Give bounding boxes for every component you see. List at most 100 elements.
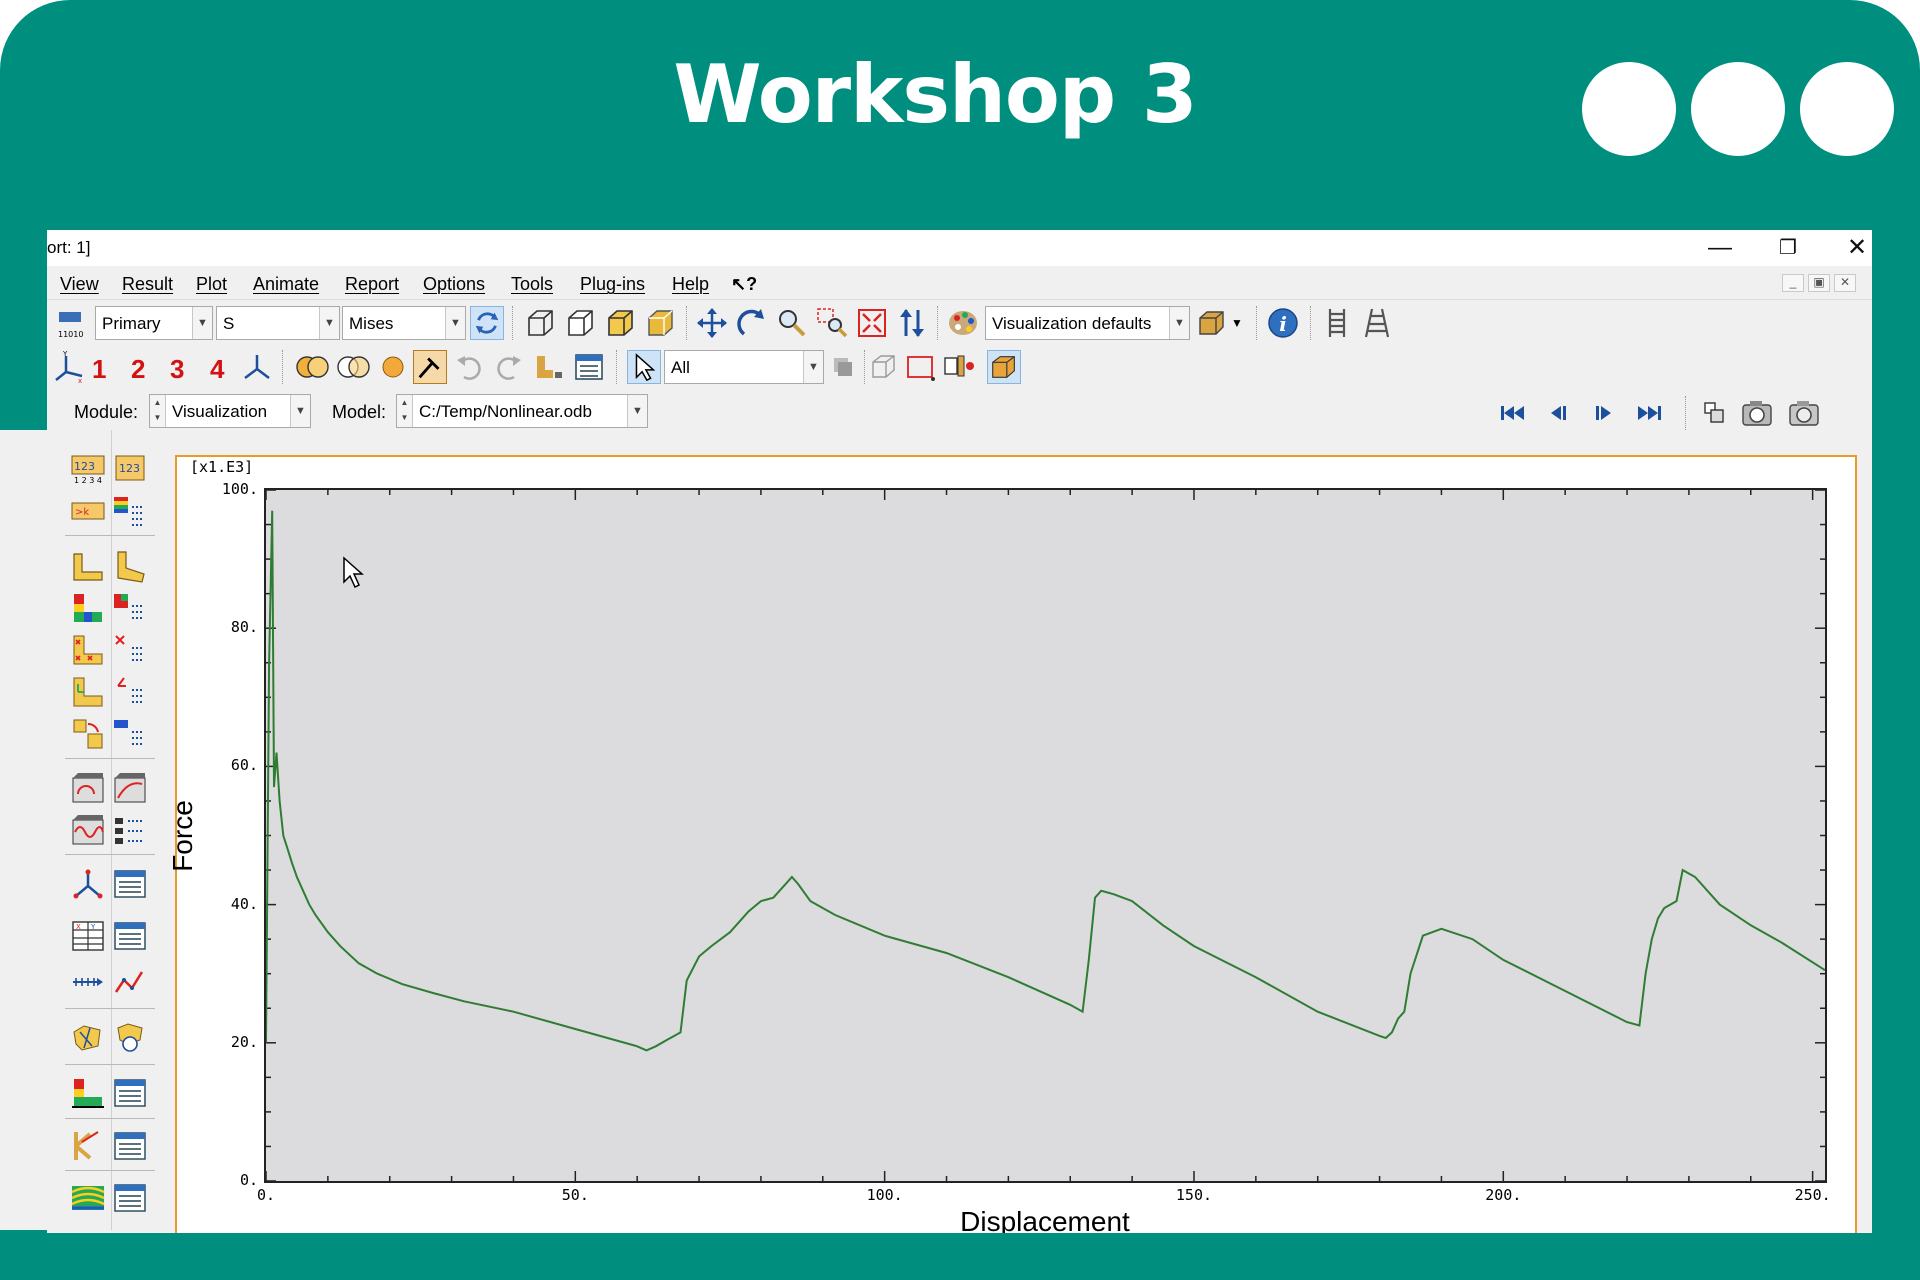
create-xy-data-icon[interactable] (70, 866, 106, 902)
auto-fit-icon[interactable] (855, 306, 889, 340)
chevron-down-icon[interactable]: ▼ (1228, 306, 1246, 340)
select-arrow-icon[interactable] (627, 350, 661, 384)
camera-icon[interactable] (1787, 396, 1821, 430)
rotate-icon[interactable] (735, 306, 769, 340)
probe-values-icon[interactable]: 123 1 2 3 4 (70, 450, 106, 486)
create-display-group-icon[interactable] (70, 1020, 106, 1056)
step-frame-icon[interactable]: 11010 (55, 306, 89, 340)
label-values-icon[interactable]: 123 (112, 450, 148, 486)
variable-select[interactable]: S ▼ (216, 306, 340, 340)
orientation-options-icon[interactable] (112, 674, 148, 710)
visualization-defaults-select[interactable]: Visualization defaults ▼ (985, 306, 1190, 340)
menu-help[interactable]: Help (672, 274, 709, 295)
shaded-cube-icon[interactable] (643, 306, 677, 340)
menu-tools[interactable]: Tools (511, 274, 553, 295)
ladder-outline-icon[interactable] (1360, 306, 1394, 340)
restore-icon[interactable]: ❐ (1760, 232, 1816, 264)
selection-option-icon[interactable] (826, 350, 860, 384)
query-table-icon[interactable] (572, 350, 606, 384)
probe-icon[interactable] (413, 350, 447, 384)
wireframe-cube-icon[interactable] (523, 306, 557, 340)
cycle-views-icon[interactable] (895, 306, 929, 340)
path-icon[interactable] (70, 964, 106, 1000)
menu-options[interactable]: Options (423, 274, 485, 295)
contour-legend-icon[interactable] (112, 590, 148, 626)
superimpose-options-icon[interactable] (112, 716, 148, 752)
viewport-link-icon[interactable] (1697, 396, 1731, 430)
box-zoom-icon[interactable] (815, 306, 849, 340)
box-part-icon[interactable] (987, 350, 1021, 384)
iso-view-icon[interactable] (240, 350, 274, 384)
module-select[interactable]: ▲ ▼ Visualization ▼ (149, 394, 311, 428)
invariant-select[interactable]: Mises ▼ (342, 306, 466, 340)
model-select[interactable]: ▲ ▼ C:/Temp/Nonlinear.odb ▼ (396, 394, 648, 428)
deformed-shape-icon[interactable] (112, 548, 148, 584)
ladder-icon[interactable] (1320, 306, 1354, 340)
box-select-icon[interactable] (904, 350, 938, 384)
color-palette-icon[interactable] (946, 306, 980, 340)
hidden-line-cube-icon[interactable] (563, 306, 597, 340)
mdi-restore-icon[interactable]: ▣ (1808, 274, 1830, 292)
xy-table-icon[interactable]: XY (70, 918, 106, 954)
last-frame-icon[interactable] (1632, 396, 1666, 430)
mdi-minimize-icon[interactable]: _ (1782, 274, 1804, 292)
primary-field-select[interactable]: Primary ▼ (95, 306, 213, 340)
mdi-close-icon[interactable]: ✕ (1834, 274, 1856, 292)
menu-report[interactable]: Report (345, 274, 399, 295)
minimize-icon[interactable]: — (1692, 232, 1748, 264)
overlay-icon[interactable] (293, 350, 333, 384)
undo-icon[interactable] (452, 350, 486, 384)
previous-frame-icon[interactable] (1541, 396, 1575, 430)
create-view-cut-icon[interactable] (70, 1075, 106, 1111)
animation-options-icon[interactable] (112, 812, 148, 848)
animate-harmonic-icon[interactable] (70, 812, 106, 848)
context-help-icon[interactable]: ↖? (731, 274, 757, 295)
menu-plot[interactable]: Plot (196, 274, 227, 295)
plot-area[interactable] (264, 488, 1827, 1183)
undeformed-shape-icon[interactable] (70, 548, 106, 584)
field-output-icon[interactable]: >k (70, 493, 106, 529)
symbol-plot-icon[interactable] (70, 632, 106, 668)
next-frame-icon[interactable] (1587, 396, 1621, 430)
select-through-icon[interactable] (868, 350, 902, 384)
first-frame-icon[interactable] (1496, 396, 1530, 430)
allow-multiple-plots-icon[interactable] (70, 716, 106, 752)
filled-cube-icon[interactable] (603, 306, 637, 340)
menu-animate[interactable]: Animate (253, 274, 319, 295)
create-free-body-cut-icon[interactable] (70, 1128, 106, 1164)
path-plot-icon[interactable] (112, 964, 148, 1000)
redo-icon[interactable] (492, 350, 526, 384)
free-body-cut-manager-icon[interactable] (112, 1128, 148, 1164)
contour-plot-icon[interactable] (70, 590, 106, 626)
menu-plugins[interactable]: Plug-ins (580, 274, 645, 295)
zoom-icon[interactable] (775, 306, 809, 340)
display-body-icon[interactable] (532, 350, 566, 384)
view-4-icon[interactable]: 4 (210, 354, 224, 385)
select-nodes-icon[interactable] (942, 350, 976, 384)
close-icon[interactable]: ✕ (1829, 232, 1872, 264)
overlay-outline-icon[interactable] (334, 350, 374, 384)
menu-view[interactable]: View (60, 274, 99, 295)
info-icon[interactable]: i (1266, 306, 1300, 340)
sync-icon[interactable] (470, 306, 504, 340)
pan-icon[interactable] (695, 306, 729, 340)
symbol-options-icon[interactable] (112, 632, 148, 668)
material-orientation-icon[interactable] (70, 674, 106, 710)
menu-result[interactable]: Result (122, 274, 173, 295)
xy-data-manager-icon[interactable] (112, 866, 148, 902)
view-2-icon[interactable]: 2 (131, 354, 145, 385)
contour-options-icon[interactable] (112, 493, 148, 529)
triad-icon[interactable]: Yx (52, 350, 86, 385)
animate-scale-factor-icon[interactable] (70, 770, 106, 806)
render-style-icon[interactable] (1195, 306, 1229, 340)
movie-camera-icon[interactable] (1740, 396, 1774, 430)
display-group-icon[interactable] (376, 350, 410, 384)
view-1-icon[interactable]: 1 (92, 354, 106, 385)
animate-time-history-icon[interactable] (112, 770, 148, 806)
selection-filter-select[interactable]: All ▼ (664, 350, 824, 384)
stream-manager-icon[interactable] (112, 1180, 148, 1216)
view-cut-manager-icon[interactable] (112, 1075, 148, 1111)
view-3-icon[interactable]: 3 (170, 354, 184, 385)
xy-report-manager-icon[interactable] (112, 918, 148, 954)
create-stream-icon[interactable] (70, 1180, 106, 1216)
